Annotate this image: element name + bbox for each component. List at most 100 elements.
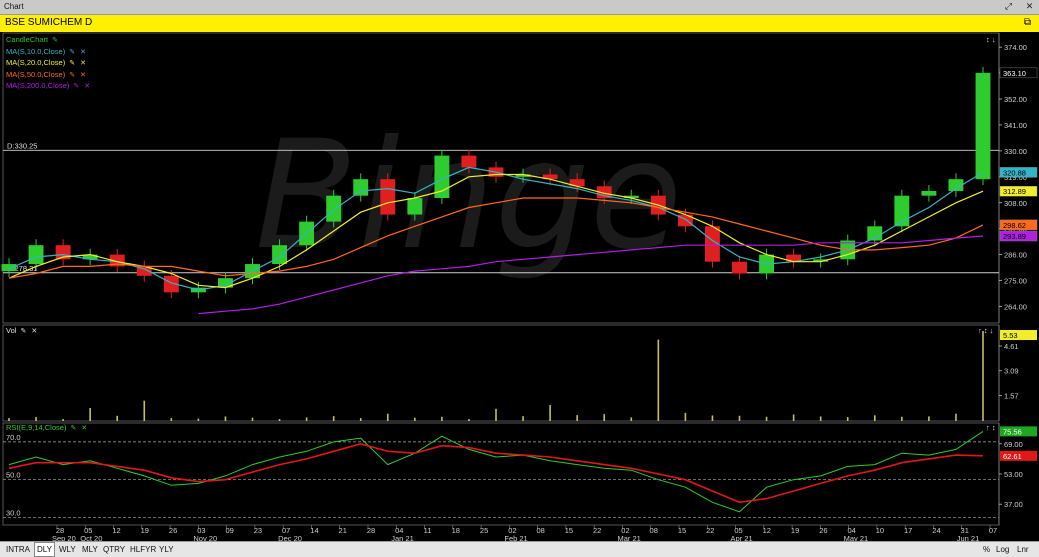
x-month-label: May 21 xyxy=(844,534,869,541)
price-legend-item[interactable]: MA(S,20.0,Close) ✎ ✕ xyxy=(6,58,90,70)
x-day-label: 21 xyxy=(339,526,347,535)
candle-body xyxy=(461,155,477,168)
price-legend-item[interactable]: CandleChart ✎ xyxy=(6,35,90,47)
x-day-label: 12 xyxy=(112,526,120,535)
rsi-legend: RSI(E,9,14,Close) ✎ ✕ xyxy=(6,423,87,435)
rsi-badge-label: 62.61 xyxy=(1003,452,1022,461)
rsi-panel-frame xyxy=(2,422,1000,526)
x-day-label: 09 xyxy=(225,526,233,535)
x-day-label: 24 xyxy=(932,526,940,535)
candle-body xyxy=(326,195,342,222)
log-scale-button[interactable]: Log xyxy=(996,543,1009,556)
rsi-badge-label: 75.56 xyxy=(1003,427,1022,436)
rsi-panel-icons[interactable]: ↑ ↕ xyxy=(986,423,996,432)
price-legend-item-label: MA(S,20.0,Close) xyxy=(6,58,66,67)
tab-dly[interactable]: DLY xyxy=(34,542,55,557)
price-badge-label: 320.88 xyxy=(1003,168,1026,177)
pencil-icon[interactable]: ✎ xyxy=(69,49,75,56)
linear-scale-button[interactable]: Lnr xyxy=(1017,543,1029,556)
price-tick-label: 352.00 xyxy=(1004,95,1027,104)
candle-body xyxy=(1,264,17,272)
price-tick-label: 286.00 xyxy=(1004,251,1027,260)
close-icon[interactable]: ✕ xyxy=(1024,1,1035,12)
x-month-label: Dec 20 xyxy=(278,534,302,541)
symbol-label[interactable]: BSE SUMICHEM D xyxy=(5,17,92,28)
x-month-label: Nov 20 xyxy=(193,534,217,541)
tab-intra[interactable]: INTRA xyxy=(4,543,32,556)
rsi-tick-label: 37.00 xyxy=(1004,500,1023,509)
price-panel-icons[interactable]: ↕ ↓ xyxy=(986,35,996,44)
pencil-icon[interactable]: ✎ xyxy=(73,83,79,90)
price-badge-label: 293.89 xyxy=(1003,232,1026,241)
volume-tick-label: 3.09 xyxy=(1004,367,1019,376)
x-month-label: Mar 21 xyxy=(617,534,640,541)
price-tick-label: 330.00 xyxy=(1004,147,1027,156)
pencil-icon[interactable]: ✎ xyxy=(70,425,76,432)
pencil-icon[interactable]: ✎ xyxy=(20,328,26,335)
bottom-toolbar: INTRA DLY WLY MLY QTRY HLFYR YLY % Log L… xyxy=(0,541,1039,557)
tab-yly[interactable]: YLY xyxy=(157,543,176,556)
price-tick-label: 264.00 xyxy=(1004,302,1027,311)
volume-legend: Vol ✎ ✕ xyxy=(6,326,37,338)
pencil-icon[interactable]: ✎ xyxy=(69,72,75,79)
volume-panel-icons[interactable]: ↑ ↕ ↓ xyxy=(978,326,993,335)
x-month-label: Feb 21 xyxy=(504,534,527,541)
rsi-legend-item[interactable]: RSI(E,9,14,Close) ✎ ✕ xyxy=(6,423,87,435)
candle-body xyxy=(28,245,44,265)
x-day-label: 18 xyxy=(452,526,460,535)
tab-hlfyr[interactable]: HLFYR xyxy=(128,543,158,556)
remove-icon[interactable]: ✕ xyxy=(31,328,37,335)
price-legend-item[interactable]: MA(S,200.0,Close) ✎ ✕ xyxy=(6,81,90,93)
price-legend-item-label: MA(S,50.0,Close) xyxy=(6,69,66,79)
price-legend-item[interactable]: MA(S,10.0,Close) ✎ ✕ xyxy=(6,47,90,59)
x-day-label: 22 xyxy=(593,526,601,535)
detach-icon[interactable]: ⧉ xyxy=(1024,17,1031,28)
x-month-label: Jan 21 xyxy=(391,534,414,541)
price-tick-label: 275.00 xyxy=(1004,277,1027,286)
rsi-hline-label: 30.0 xyxy=(6,508,21,517)
price-badge-label: 298.62 xyxy=(1003,221,1026,230)
volume-legend-item-label: Vol xyxy=(6,326,17,335)
tab-qtry[interactable]: QTRY xyxy=(101,543,127,556)
x-day-label: 28 xyxy=(367,526,375,535)
remove-icon[interactable]: ✕ xyxy=(84,83,90,90)
x-day-label: 08 xyxy=(536,526,544,535)
remove-icon[interactable]: ✕ xyxy=(80,49,86,56)
x-day-label: 17 xyxy=(904,526,912,535)
x-day-label: 19 xyxy=(791,526,799,535)
x-month-label: Sep 20 xyxy=(52,534,76,541)
price-tick-label: 374.00 xyxy=(1004,43,1027,52)
candle-body xyxy=(732,261,747,274)
candle-body xyxy=(921,190,937,196)
x-day-label: 25 xyxy=(480,526,488,535)
candle-body xyxy=(380,179,396,215)
rsi-hline-label: 50.0 xyxy=(6,471,21,480)
window-title: Chart xyxy=(4,2,24,11)
x-day-label: 11 xyxy=(424,526,432,535)
x-day-label: 08 xyxy=(650,526,658,535)
x-day-label: 26 xyxy=(169,526,177,535)
price-badge-label: 312.89 xyxy=(1003,187,1026,196)
volume-legend-item[interactable]: Vol ✎ ✕ xyxy=(6,326,37,338)
x-month-label: Jun 21 xyxy=(957,534,980,541)
price-tick-label: 341.00 xyxy=(1004,121,1027,130)
price-legend-item-label: MA(S,200.0,Close) xyxy=(6,81,70,90)
tab-mly[interactable]: MLY xyxy=(80,543,100,556)
remove-icon[interactable]: ✕ xyxy=(80,72,86,79)
x-month-label: Apr 21 xyxy=(731,534,753,541)
price-legend-item[interactable]: MA(S,50.0,Close) ✎ ✕ xyxy=(6,70,90,82)
x-day-label: 23 xyxy=(254,526,262,535)
pencil-icon[interactable]: ✎ xyxy=(69,60,75,67)
tab-wly[interactable]: WLY xyxy=(57,543,78,556)
remove-icon[interactable]: ✕ xyxy=(80,60,86,67)
candle-body xyxy=(407,198,423,215)
restore-icon[interactable]: ⤢ xyxy=(1003,1,1014,12)
percent-scale-button[interactable]: % xyxy=(983,543,990,556)
chart-canvas[interactable]: BingeD:330.25D:278.31374.00363.10352.003… xyxy=(0,32,1039,541)
volume-tick-label: 1.57 xyxy=(1004,391,1019,400)
remove-icon[interactable]: ✕ xyxy=(81,425,87,432)
pencil-icon[interactable]: ✎ xyxy=(52,37,58,44)
candle-body xyxy=(975,72,991,180)
volume-tick-label: 4.61 xyxy=(1004,342,1019,351)
volume-panel-frame xyxy=(2,324,1000,422)
